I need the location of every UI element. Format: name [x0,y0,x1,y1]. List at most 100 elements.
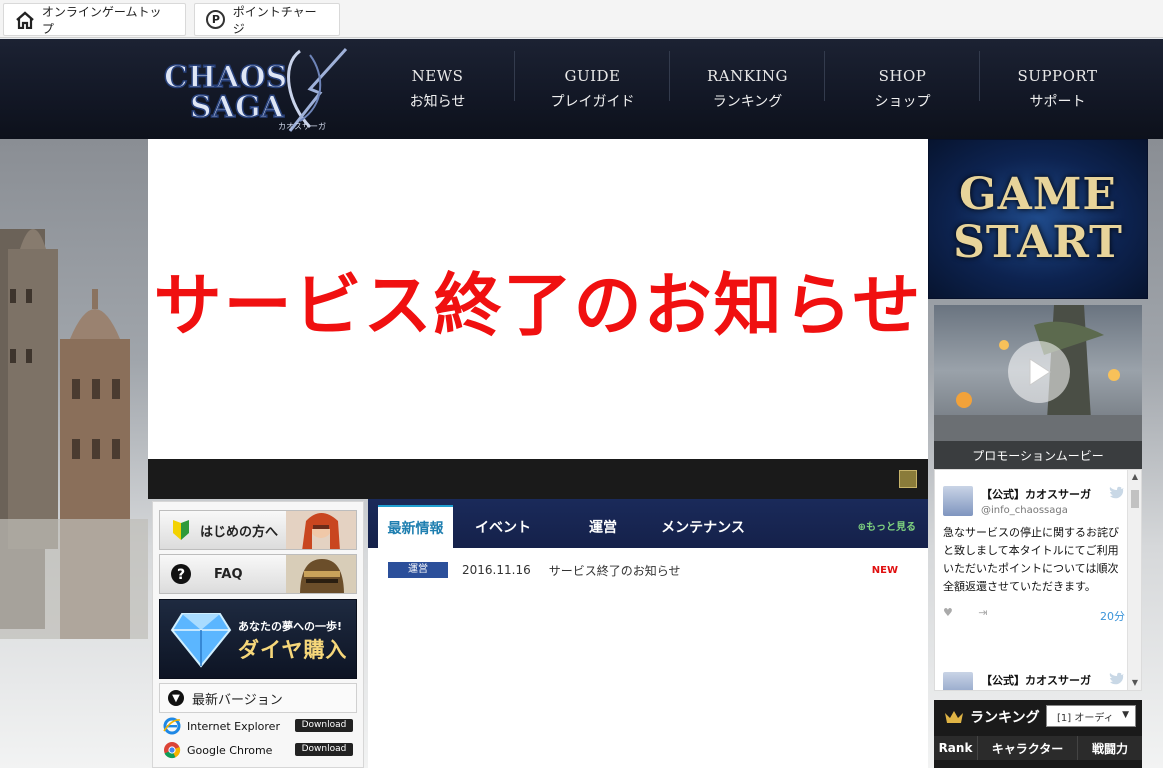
google-chrome-icon [163,741,181,759]
tab-latest[interactable]: 最新情報 [378,505,453,548]
ranking-title: ランキング [970,709,1040,726]
tab-event[interactable]: イベント [463,505,543,548]
nav-ranking[interactable]: RANKING ランキング [670,39,825,139]
point-icon: P [205,9,227,31]
beginner-mark-icon [168,517,194,543]
tweet-author[interactable]: 【公式】カオスサーガ [981,486,1091,502]
utility-bar: オンラインゲームトップ P ポイントチャージ [0,0,1163,38]
site-header: CHAOS SAGA カオスサーガ NEWS お知らせ GUIDE プレイガイド… [0,39,1163,139]
promotion-movie[interactable]: プロモーションムービー [934,305,1142,469]
col-rank: Rank [934,736,978,760]
chaos-saga-logo[interactable]: CHAOS SAGA カオスサーガ [160,45,350,133]
tweet-time[interactable]: 20分 [1100,608,1125,624]
avatar[interactable] [943,672,973,690]
faq-label: FAQ [214,566,243,582]
help-icon: ? [168,561,194,587]
main-nav: NEWS お知らせ GUIDE プレイガイド RANKING ランキング SHO… [360,39,1135,139]
svg-text:カオスサーガ: カオスサーガ [278,121,326,131]
game-start-button[interactable]: GAME START [928,139,1148,299]
scroll-down-arrow-icon[interactable]: ▼ [1128,676,1141,690]
ie-download-button[interactable]: Download [295,719,353,732]
left-sidebar: はじめの方へ ? FAQ あなたの夢への一歩! ダイヤ購入 ▼ 最新バージョン … [152,501,364,768]
diamond-purchase-banner[interactable]: あなたの夢への一歩! ダイヤ購入 [159,599,357,679]
internet-explorer-icon [163,717,181,735]
game-start-line1: GAME [959,169,1117,220]
home-icon [14,9,36,31]
banner-pager-dot[interactable] [899,470,917,488]
beginner-guide-button[interactable]: はじめの方へ [159,510,357,550]
faq-button[interactable]: ? FAQ [159,554,357,594]
banner-title: サービス終了のお知らせ [153,266,923,346]
tweet[interactable]: 【公式】カオスサーガ [943,672,1125,690]
timeline-scrollbar[interactable]: ▲ ▼ [1127,470,1141,690]
point-charge-link[interactable]: P ポイントチャージ [194,3,340,36]
nav-shop-jp: ショップ [874,94,931,110]
play-icon[interactable] [1008,341,1070,403]
character-portrait-image [286,511,356,549]
browser-row-chrome: Google Chrome Download [163,740,353,760]
point-charge-label: ポイントチャージ [232,4,317,36]
server-select-value: [1] オーディ [1057,712,1114,724]
nav-shop[interactable]: SHOP ショップ [825,39,980,139]
news-title: サービス終了のお知らせ [548,563,681,578]
col-character: キャラクター [978,736,1078,760]
nav-ranking-en: RANKING [707,67,788,85]
game-start-line2: START [953,217,1123,268]
category-badge: 運営 [388,562,448,578]
nav-guide[interactable]: GUIDE プレイガイド [515,39,670,139]
news-panel: 最新情報 イベント 運営 メンテナンス ⊕もっと見る 運営 2016.11.16… [368,499,928,768]
latest-version-header: ▼ 最新バージョン [159,683,357,713]
col-power: 戦闘力 [1078,736,1142,760]
download-arrow-icon: ▼ [168,690,184,706]
crown-icon [944,710,964,724]
news-tabs: 最新情報 イベント 運営 メンテナンス ⊕もっと見る [368,499,928,548]
twitter-timeline: 【公式】カオスサーガ @info_chaossaga 急なサービスの停止に関する… [934,469,1142,691]
main-banner[interactable]: サービス終了のお知らせ [148,139,928,459]
tweet[interactable]: 【公式】カオスサーガ @info_chaossaga 急なサービスの停止に関する… [943,486,1125,626]
like-icon[interactable]: ♥ [943,606,953,619]
nav-support-en: SUPPORT [1017,67,1098,85]
tab-operations[interactable]: 運営 [563,505,643,548]
ranking-panel: ランキング [1] オーディ ▼ Rank キャラクター 戦闘力 [934,700,1142,768]
svg-text:?: ? [177,567,185,583]
twitter-bird-icon [1109,672,1125,686]
nav-news[interactable]: NEWS お知らせ [360,39,515,139]
svg-text:SAGA: SAGA [190,90,285,125]
tab-maintenance[interactable]: メンテナンス [653,505,753,548]
news-list-item[interactable]: 運営 2016.11.16 サービス終了のお知らせ NEW [388,561,908,579]
nav-support[interactable]: SUPPORT サポート [980,39,1135,139]
share-icon[interactable]: ⇥ [978,606,987,619]
background-palace-illustration [0,139,148,639]
tweet-handle[interactable]: @info_chaossaga [981,505,1091,516]
avatar[interactable] [943,486,973,516]
twitter-bird-icon [1109,486,1125,500]
nav-guide-en: GUIDE [564,67,621,85]
chrome-label: Google Chrome [187,743,273,757]
banner-pager-bar [148,459,928,499]
latest-version-label: 最新バージョン [192,692,283,708]
online-game-top-label: オンラインゲームトップ [41,4,162,36]
more-link[interactable]: ⊕もっと見る [858,518,916,533]
dropdown-caret-icon: ▼ [1122,710,1129,720]
diamond-tagline: あなたの夢への一歩! [238,620,343,633]
tweet-author[interactable]: 【公式】カオスサーガ [981,672,1091,688]
promotion-caption: プロモーションムービー [934,441,1142,469]
scroll-thumb[interactable] [1131,490,1139,508]
ie-label: Internet Explorer [187,719,280,733]
chrome-download-button[interactable]: Download [295,743,353,756]
plus-circle-icon: ⊕ [857,522,866,533]
server-select[interactable]: [1] オーディ ▼ [1046,705,1136,727]
diamond-purchase-label: ダイヤ購入 [238,638,348,662]
tweet-text: 急なサービスの停止に関するお詫びと致しまして本タイトルにてご利用いただいたポイン… [943,526,1119,593]
nav-news-en: NEWS [411,67,464,85]
new-badge: NEW [871,564,898,576]
ranking-header-row: Rank キャラクター 戦闘力 [934,736,1142,760]
nav-shop-en: SHOP [878,67,927,85]
more-label: もっと見る [866,522,916,533]
diamond-icon [170,610,232,671]
nav-news-jp: お知らせ [409,94,466,110]
browser-row-ie: Internet Explorer Download [163,716,353,736]
nav-support-jp: サポート [1029,94,1086,110]
scroll-up-arrow-icon[interactable]: ▲ [1128,470,1141,484]
online-game-top-link[interactable]: オンラインゲームトップ [3,3,186,36]
